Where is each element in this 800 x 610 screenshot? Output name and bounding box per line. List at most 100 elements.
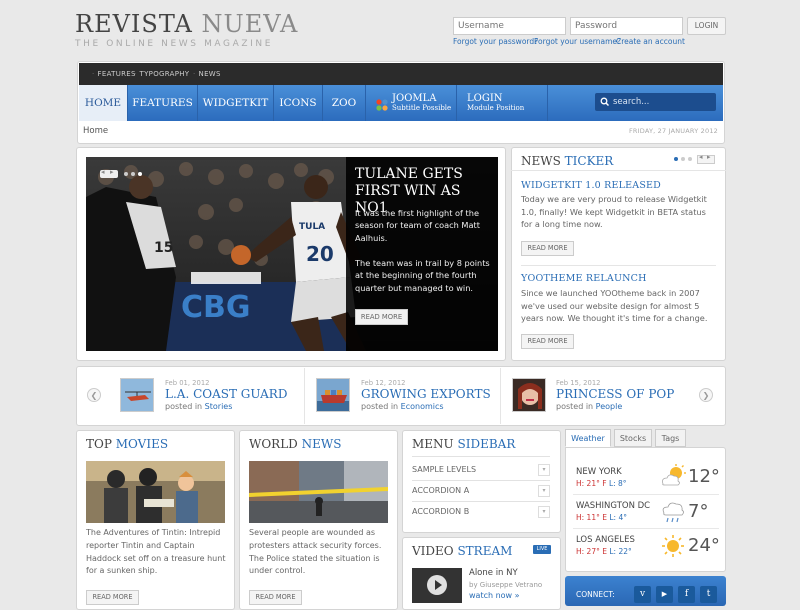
- twitter-icon[interactable]: t: [700, 586, 717, 603]
- world-news-title: WORLD NEWS: [249, 437, 342, 451]
- slide-dot[interactable]: [124, 172, 128, 176]
- menu-sidebar-title: MENU SIDEBAR: [412, 437, 516, 451]
- carousel-prev-icon[interactable]: ❮: [87, 388, 101, 402]
- carousel-item-1-title[interactable]: L.A. COAST GUARD: [165, 387, 287, 401]
- watch-now-link[interactable]: watch now »: [469, 591, 520, 600]
- world-news-text: Several people are wounded as protesters…: [249, 528, 382, 576]
- toolbar-news[interactable]: NEWS: [193, 70, 221, 78]
- tintin-image[interactable]: [86, 461, 225, 523]
- ticker-item-2-read-more[interactable]: READ MORE: [521, 334, 574, 349]
- weather-hl-2: H: 11° E L: 4°: [576, 513, 627, 522]
- vimeo-icon[interactable]: v: [634, 586, 651, 603]
- carousel-item-2-title[interactable]: GROWING EXPORTS: [361, 387, 491, 401]
- ticker-item-2-heading[interactable]: YOOTHEME RELAUNCH: [521, 273, 647, 284]
- carousel-item-1-date: Feb 01, 2012: [165, 379, 210, 387]
- carousel-next-icon[interactable]: ❯: [699, 388, 713, 402]
- weather-temp-2: 7°: [688, 501, 709, 522]
- toolbar-features[interactable]: FEATURES: [92, 70, 136, 78]
- carousel-item-3-title[interactable]: PRINCESS OF POP: [556, 387, 674, 401]
- facebook-icon[interactable]: f: [678, 586, 695, 603]
- weather-city-3: LOS ANGELES: [576, 535, 635, 545]
- video-thumbnail[interactable]: [412, 568, 462, 603]
- top-movies-read-more[interactable]: READ MORE: [86, 590, 139, 605]
- ticker-prev-icon[interactable]: ◂: [699, 153, 703, 161]
- slide-dot[interactable]: [131, 172, 135, 176]
- login-button[interactable]: LOGIN: [687, 17, 726, 35]
- site-logo[interactable]: REVISTA NUEVA: [75, 10, 298, 38]
- ticker-item-1-heading[interactable]: WIDGETKIT 1.0 RELEASED: [521, 180, 661, 191]
- pop-thumbnail[interactable]: [512, 378, 546, 412]
- search-input[interactable]: search...: [595, 93, 716, 111]
- carousel-item-2-meta: posted in Economics: [361, 402, 444, 411]
- ticker-item-1-read-more[interactable]: READ MORE: [521, 241, 574, 256]
- tab-stocks[interactable]: Stocks: [614, 429, 652, 447]
- menu-accordion-b[interactable]: ACCORDION B ▾: [412, 503, 550, 522]
- forgot-username-link[interactable]: Forgot your username?: [534, 37, 621, 46]
- menu-home[interactable]: HOME: [79, 85, 127, 121]
- ticker-item-2-text: Since we launched YOOtheme back in 2007 …: [521, 288, 708, 324]
- ticker-dot[interactable]: [688, 157, 692, 161]
- menu-accordion-a[interactable]: ACCORDION A ▾: [412, 482, 550, 502]
- login-subtitle: Module Position: [467, 104, 525, 112]
- carousel-item-3-date: Feb 15, 2012: [556, 379, 601, 387]
- logo-main: REVISTA: [75, 10, 193, 38]
- weather-temp-1: 12°: [688, 466, 720, 487]
- weather-hl-1: H: 21° F L: 8°: [576, 479, 627, 488]
- partly-sunny-icon: [660, 464, 686, 488]
- toolbar-typography[interactable]: TYPOGRAPHY: [134, 70, 190, 78]
- carousel-item-2-category[interactable]: Economics: [401, 402, 444, 411]
- coast-guard-thumbnail[interactable]: [120, 378, 154, 412]
- chevron-down-icon: ▾: [538, 485, 550, 497]
- jersey-number-15: 15: [154, 240, 173, 256]
- username-input[interactable]: [453, 17, 566, 35]
- slideshow-read-more-button[interactable]: READ MORE: [355, 309, 408, 325]
- connect-label: CONNECT:: [576, 590, 615, 599]
- youtube-icon[interactable]: ▶: [656, 586, 673, 603]
- password-input[interactable]: [570, 17, 683, 35]
- play-icon[interactable]: [427, 575, 447, 595]
- top-movies-title: TOP MOVIES: [86, 437, 169, 451]
- slideshow-nav[interactable]: ◂ ▸: [100, 168, 118, 178]
- ticker-next-icon[interactable]: ▸: [707, 153, 711, 161]
- slide-dot-active[interactable]: [138, 172, 142, 176]
- ticker-dot[interactable]: [681, 157, 685, 161]
- weather-hl-3: H: 27° E L: 22°: [576, 547, 632, 556]
- exports-thumbnail[interactable]: [316, 378, 350, 412]
- menu-login[interactable]: LOGIN Module Position: [457, 85, 547, 121]
- tab-tags[interactable]: Tags: [655, 429, 686, 447]
- breadcrumb-home[interactable]: Home: [83, 126, 108, 136]
- weather-temp-3: 24°: [688, 535, 720, 556]
- joomla-title: JOOMLA: [392, 93, 437, 104]
- slideshow-paragraph-2: The team was in trail by 8 points at the…: [355, 258, 490, 293]
- live-badge: LIVE: [533, 545, 551, 554]
- chevron-down-icon: ▾: [538, 506, 550, 518]
- video-title[interactable]: Alone in NY: [469, 568, 518, 578]
- carousel-item-1-category[interactable]: Stories: [205, 402, 233, 411]
- carousel-item-3-category[interactable]: People: [596, 402, 623, 411]
- create-account-link[interactable]: Create an account: [616, 37, 685, 46]
- next-slide-icon[interactable]: ▸: [110, 168, 114, 176]
- video-author: by Giuseppe Vetrano: [469, 581, 543, 589]
- menu-zoo[interactable]: ZOO: [323, 85, 365, 121]
- video-stream-title: VIDEO STREAM: [412, 544, 513, 558]
- world-news-read-more[interactable]: READ MORE: [249, 590, 302, 605]
- ticker-dot-active[interactable]: [674, 157, 678, 161]
- tab-weather[interactable]: Weather: [565, 429, 611, 447]
- menu-features[interactable]: FEATURES: [128, 85, 197, 121]
- world-news-image[interactable]: [249, 461, 388, 523]
- svg-text:CBG: CBG: [181, 290, 251, 325]
- prev-slide-icon[interactable]: ◂: [101, 168, 105, 176]
- menu-sample-levels[interactable]: SAMPLE LEVELS ▾: [412, 461, 550, 481]
- ticker-title-accent: TICKER: [564, 154, 614, 168]
- menu-icons[interactable]: ICONS: [274, 85, 322, 121]
- menu-joomla[interactable]: JOOMLA Subtitle Possible: [366, 85, 456, 121]
- chevron-down-icon: ▾: [538, 464, 550, 476]
- tagline: THE ONLINE NEWS MAGAZINE: [75, 39, 274, 49]
- carousel-item-1-meta: posted in Stories: [165, 402, 233, 411]
- sun-icon: [661, 534, 685, 558]
- menu-widgetkit[interactable]: WIDGETKIT: [198, 85, 273, 121]
- login-title: LOGIN: [467, 93, 503, 104]
- weather-city-2: WASHINGTON DC: [576, 501, 651, 511]
- forgot-password-link[interactable]: Forgot your password?: [453, 37, 538, 46]
- ticker-nav[interactable]: ◂ ▸: [697, 153, 715, 164]
